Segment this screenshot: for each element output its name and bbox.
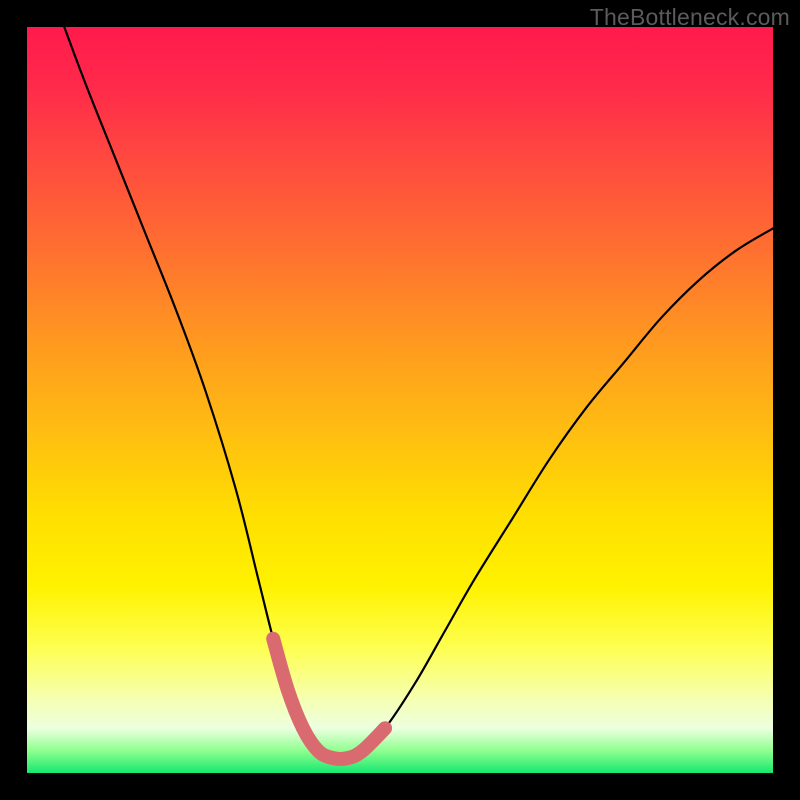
chart-frame: TheBottleneck.com: [0, 0, 800, 800]
optimal-range-highlight: [273, 639, 385, 759]
bottleneck-curve: [64, 27, 773, 759]
plot-area: [27, 27, 773, 773]
curve-layer: [27, 27, 773, 773]
